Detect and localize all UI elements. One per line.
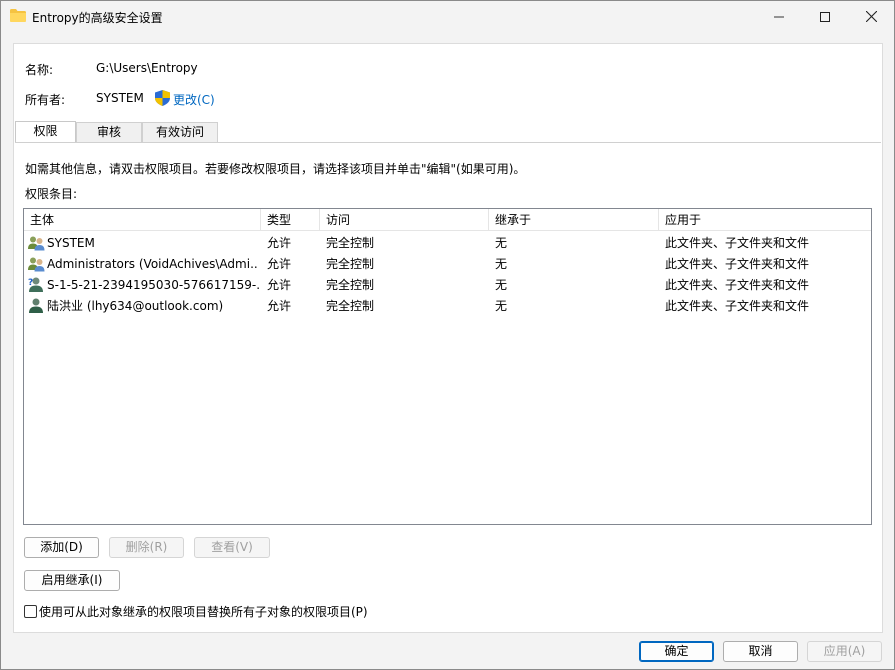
applies-cell: 此文件夹、子文件夹和文件 xyxy=(665,236,810,250)
add-button[interactable]: 添加(D) xyxy=(24,537,99,558)
cancel-button[interactable]: 取消 xyxy=(723,641,798,662)
type-cell: 允许 xyxy=(267,278,292,292)
access-cell: 完全控制 xyxy=(326,278,375,292)
uac-shield-icon xyxy=(155,90,170,106)
access-cell: 完全控制 xyxy=(326,299,375,313)
access-cell: 完全控制 xyxy=(326,257,375,271)
principal-cell: Administrators (VoidAchives\Admi... xyxy=(47,257,259,271)
group-users-icon xyxy=(28,257,45,272)
column-header-principal[interactable]: 主体 xyxy=(24,209,261,231)
type-cell: 允许 xyxy=(267,236,292,250)
applies-cell: 此文件夹、子文件夹和文件 xyxy=(665,257,810,271)
inherited-cell: 无 xyxy=(495,257,508,271)
enable-inheritance-button[interactable]: 启用继承(I) xyxy=(24,570,120,591)
apply-button[interactable]: 应用(A) xyxy=(807,641,882,662)
replace-child-permissions-checkbox[interactable] xyxy=(24,605,37,618)
title-bar[interactable]: Entropy的高级安全设置 xyxy=(1,1,894,32)
inherited-cell: 无 xyxy=(495,236,508,250)
principal-cell: 陆洪业 (lhy634@outlook.com) xyxy=(47,299,224,313)
type-cell: 允许 xyxy=(267,257,292,271)
window-title: Entropy的高级安全设置 xyxy=(32,11,163,25)
list-header: 主体 类型 访问 继承于 应用于 xyxy=(24,209,871,231)
folder-icon xyxy=(10,9,26,22)
name-value[interactable]: G:\Users\Entropy xyxy=(96,61,198,75)
tab-label: 有效访问 xyxy=(155,125,204,139)
principal-cell: SYSTEM xyxy=(47,236,95,250)
owner-label: 所有者: xyxy=(25,93,66,107)
unknown-user-icon: ? xyxy=(28,277,43,292)
maximize-button[interactable] xyxy=(802,1,848,32)
minimize-button[interactable] xyxy=(756,1,802,32)
tab-label: 审核 xyxy=(96,125,121,139)
name-label: 名称: xyxy=(25,63,54,77)
tab-permissions[interactable]: 权限 xyxy=(15,121,76,143)
applies-cell: 此文件夹、子文件夹和文件 xyxy=(665,278,810,292)
column-header-applies-to[interactable]: 应用于 xyxy=(659,209,871,231)
column-header-type[interactable]: 类型 xyxy=(261,209,320,231)
permission-entries-list[interactable]: 主体 类型 访问 继承于 应用于 SYSTEM 允许 完全控制 无 此文件夹、子… xyxy=(23,208,872,525)
table-row[interactable]: SYSTEM 允许 完全控制 无 此文件夹、子文件夹和文件 xyxy=(24,233,871,254)
info-text: 如需其他信息，请双击权限项目。若要修改权限项目，请选择该项目并单击"编辑"(如果… xyxy=(25,162,526,176)
applies-cell: 此文件夹、子文件夹和文件 xyxy=(665,299,810,313)
entries-label: 权限条目: xyxy=(25,187,78,201)
column-header-inherited-from[interactable]: 继承于 xyxy=(489,209,659,231)
inherited-cell: 无 xyxy=(495,299,508,313)
close-icon xyxy=(865,11,877,22)
replace-child-permissions-label[interactable]: 使用可从此对象继承的权限项目替换所有子对象的权限项目(P) xyxy=(39,603,368,620)
user-icon xyxy=(29,298,43,313)
tab-effective-access[interactable]: 有效访问 xyxy=(142,122,218,143)
column-header-access[interactable]: 访问 xyxy=(320,209,489,231)
group-users-icon xyxy=(28,236,45,251)
ok-button[interactable]: 确定 xyxy=(639,641,714,662)
close-button[interactable] xyxy=(848,1,894,32)
minimize-icon xyxy=(774,16,784,17)
owner-value: SYSTEM xyxy=(96,91,144,105)
security-settings-window: Entropy的高级安全设置 名称: G:\Users\Entropy 所有者:… xyxy=(0,0,895,670)
table-row[interactable]: ? S-1-5-21-2394195030-576617159-... 允许 完… xyxy=(24,275,871,296)
access-cell: 完全控制 xyxy=(326,236,375,250)
inherited-cell: 无 xyxy=(495,278,508,292)
svg-text:?: ? xyxy=(28,278,33,288)
maximize-icon xyxy=(820,11,830,22)
tab-label: 权限 xyxy=(33,124,58,138)
tab-auditing[interactable]: 审核 xyxy=(76,122,142,143)
remove-button[interactable]: 删除(R) xyxy=(109,537,184,558)
principal-cell: S-1-5-21-2394195030-576617159-... xyxy=(47,278,259,292)
table-row[interactable]: Administrators (VoidAchives\Admi... 允许 完… xyxy=(24,254,871,275)
change-owner-link[interactable]: 更改(C) xyxy=(173,91,215,108)
view-button[interactable]: 查看(V) xyxy=(194,537,270,558)
table-row[interactable]: 陆洪业 (lhy634@outlook.com) 允许 完全控制 无 此文件夹、… xyxy=(24,296,871,317)
type-cell: 允许 xyxy=(267,299,292,313)
